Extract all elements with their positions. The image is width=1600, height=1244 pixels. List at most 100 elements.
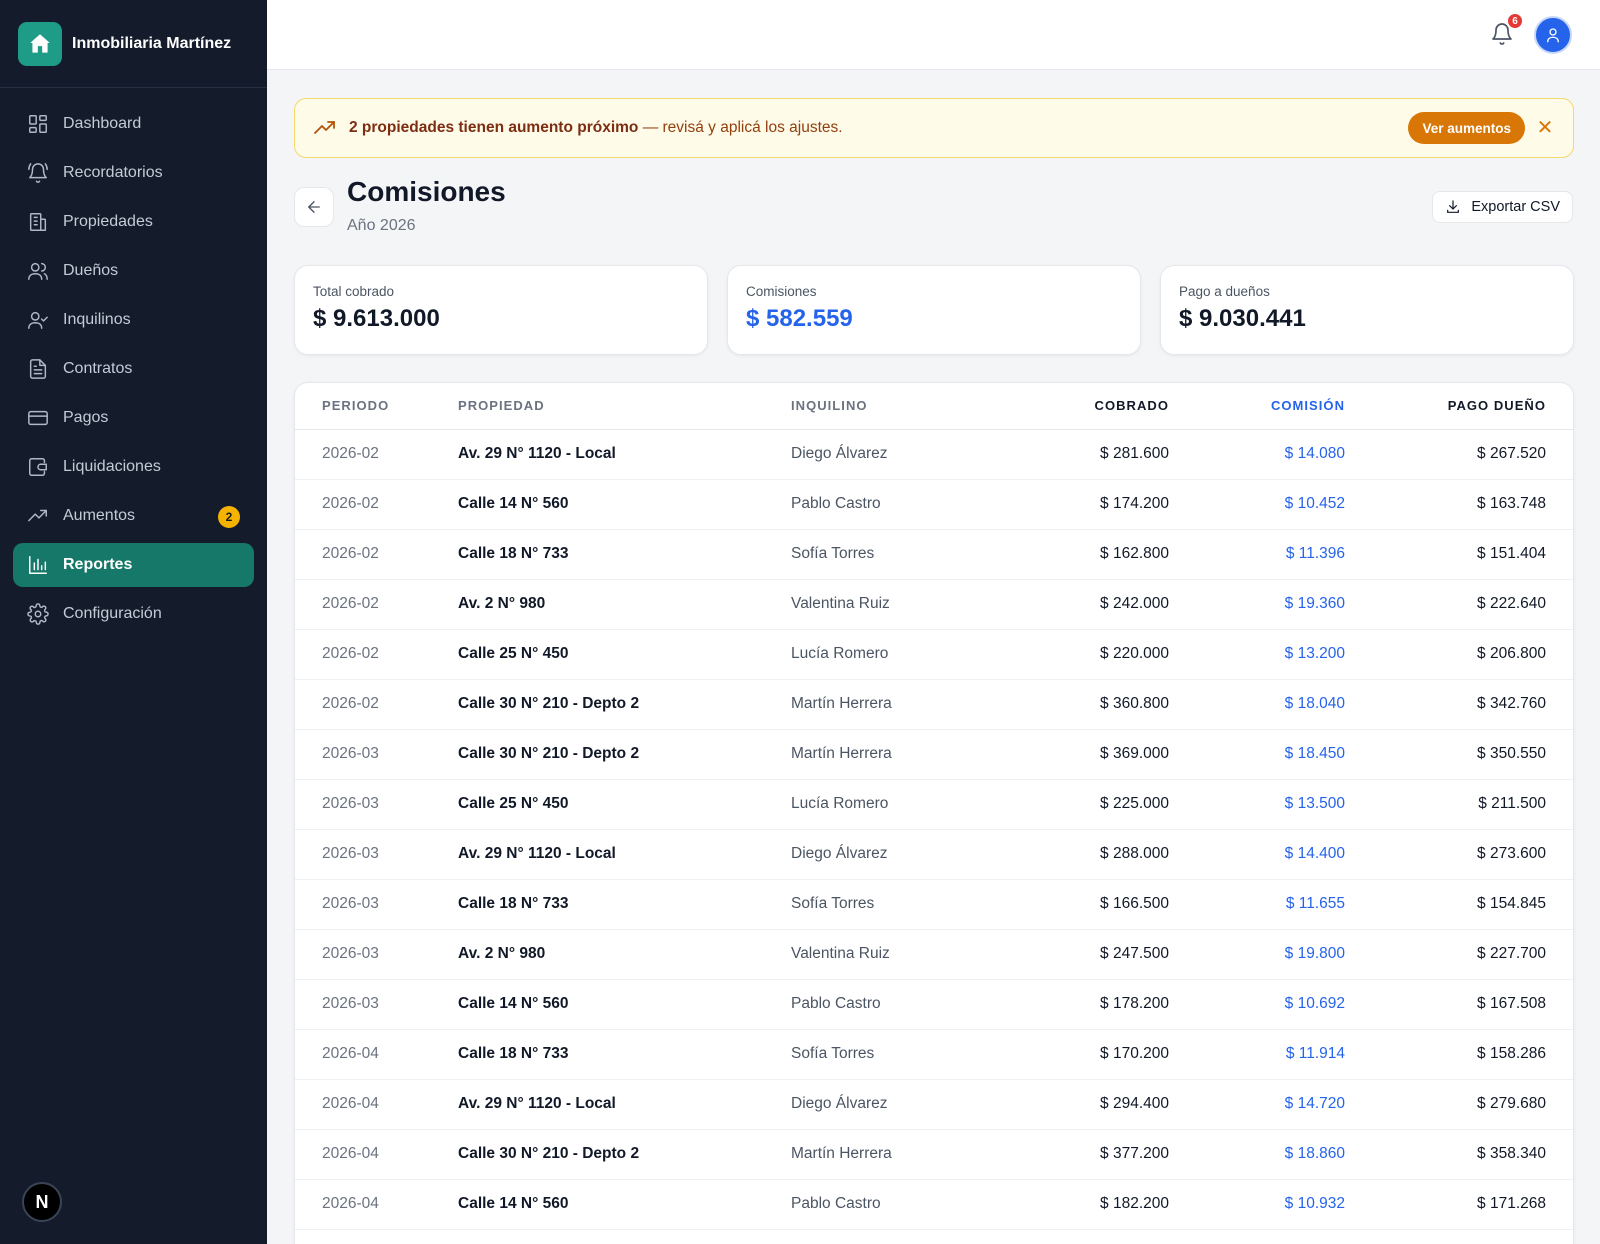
cell-cobrado: $ 230.000 (1012, 1229, 1169, 1244)
stat-label: Total cobrado (313, 284, 395, 299)
table-row[interactable]: 2026-04 Calle 30 N° 210 - Depto 2 Martín H… (295, 1129, 1573, 1180)
cell-inquilino: Valentina Ruiz (791, 579, 1012, 630)
cell-propiedad: Calle 30 N° 210 - Depto 2 (458, 1129, 791, 1180)
sidebar-item-contratos[interactable]: Contratos (13, 347, 254, 391)
stat-value: $ 9.030.441 (1179, 305, 1306, 332)
cell-cobrado: $ 360.800 (1012, 679, 1169, 730)
cell-cobrado: $ 162.800 (1012, 529, 1169, 580)
table-row[interactable]: 2026-04 Calle 14 N° 560 Pablo Castro $ 182.… (295, 1179, 1573, 1230)
notifications-button[interactable]: 6 (1490, 12, 1524, 48)
cell-cobrado: $ 178.200 (1012, 979, 1169, 1030)
table-row[interactable]: 2026-03 Av. 2 N° 980 Valentina Ruiz $ 247.5… (295, 929, 1573, 980)
aumentos-alert-banner: 2 propiedades tienen aumento próximo — r… (294, 98, 1574, 158)
column-header-comision[interactable]: COMISIÓN (1169, 383, 1345, 430)
table-row[interactable]: 2026-03 Calle 30 N° 210 - Depto 2 Martín H… (295, 729, 1573, 780)
stat-label: Pago a dueños (1179, 284, 1270, 299)
ver-aumentos-button[interactable]: Ver aumentos (1408, 112, 1525, 144)
table-row[interactable]: 2026-04Calle 25 N° 450Lucía Romero$ 230.… (295, 1229, 1573, 1244)
page-title: Comisiones (347, 176, 506, 207)
cell-comision: $ 18.860 (1169, 1129, 1345, 1180)
footer-n-avatar[interactable]: N (22, 1182, 62, 1222)
table-row[interactable]: 2026-02 Calle 14 N° 560 Pablo Castro $ 174.… (295, 479, 1573, 530)
cell-comision: $ 14.720 (1169, 1079, 1345, 1130)
close-alert-icon[interactable]: ✕ (1533, 115, 1557, 139)
table-row[interactable]: 2026-03 Av. 29 N° 1120 - Local Diego Álvar… (295, 829, 1573, 880)
stat-card-pago-duenos: Pago a dueños $ 9.030.441 (1160, 265, 1574, 355)
brand[interactable]: Inmobiliaria Martínez (0, 0, 267, 88)
stat-card-total-cobrado: Total cobrado $ 9.613.000 (294, 265, 708, 355)
table-row[interactable]: 2026-02 Calle 18 N° 733 Sofía Torres $ 162.… (295, 529, 1573, 580)
table-row[interactable]: 2026-04 Av. 29 N° 1120 - Local Diego Álvar… (295, 1079, 1573, 1130)
back-button[interactable] (294, 187, 334, 227)
cell-periodo: 2026-02 (295, 629, 458, 680)
column-header-propiedad[interactable]: PROPIEDAD (458, 383, 791, 430)
sidebar-item-aumentos[interactable]: Aumentos 2 (13, 494, 254, 538)
cell-propiedad: Calle 14 N° 560 (458, 979, 791, 1030)
user-avatar[interactable] (1534, 16, 1572, 54)
cell-periodo: 2026-03 (295, 829, 458, 880)
table-row[interactable]: 2026-02 Av. 29 N° 1120 - Local Diego Álvar… (295, 429, 1573, 480)
sidebar-item-configuracion[interactable]: Configuración (13, 592, 254, 636)
export-csv-button[interactable]: Exportar CSV (1432, 191, 1573, 223)
cell-periodo: 2026-03 (295, 929, 458, 980)
stat-value: $ 9.613.000 (313, 305, 440, 332)
cell-periodo: 2026-02 (295, 529, 458, 580)
sidebar-item-label: Liquidaciones (63, 458, 161, 475)
cell-inquilino: Valentina Ruiz (791, 929, 1012, 980)
sidebar-item-liquidaciones[interactable]: Liquidaciones (13, 445, 254, 489)
cell-inquilino: Lucía Romero (791, 629, 1012, 680)
sidebar-item-label: Reportes (63, 556, 133, 573)
sidebar-item-inquilinos[interactable]: Inquilinos (13, 298, 254, 342)
cell-periodo: 2026-03 (295, 729, 458, 780)
cell-comision: $ 13.200 (1169, 629, 1345, 680)
column-header-cobrado[interactable]: COBRADO (1012, 383, 1169, 430)
sidebar-item-recordatorios[interactable]: Recordatorios (13, 151, 254, 195)
cell-pago-dueno: $ 154.845 (1345, 879, 1573, 930)
column-header-periodo[interactable]: PERIODO (295, 383, 458, 430)
table-row[interactable]: 2026-03 Calle 18 N° 733 Sofía Torres $ 166.… (295, 879, 1573, 930)
cell-comision: $ 19.360 (1169, 579, 1345, 630)
sidebar-item-dashboard[interactable]: Dashboard (13, 102, 254, 146)
table-row[interactable]: 2026-02 Calle 30 N° 210 - Depto 2 Martín H… (295, 679, 1573, 730)
cell-pago-dueno: $ 151.404 (1345, 529, 1573, 580)
trending-up-icon (314, 121, 335, 134)
cell-cobrado: $ 294.400 (1012, 1079, 1169, 1130)
cell-propiedad: Av. 29 N° 1120 - Local (458, 1079, 791, 1130)
sidebar-item-pagos[interactable]: Pagos (13, 396, 254, 440)
table-row[interactable]: 2026-04 Calle 18 N° 733 Sofía Torres $ 170.… (295, 1029, 1573, 1080)
stat-label: Comisiones (746, 284, 817, 299)
sidebar-item-label: Contratos (63, 360, 133, 377)
cell-periodo: 2026-02 (295, 479, 458, 530)
table-row[interactable]: 2026-03 Calle 14 N° 560 Pablo Castro $ 178.… (295, 979, 1573, 1030)
cell-propiedad: Calle 25 N° 450 (458, 1229, 791, 1244)
cell-periodo: 2026-04 (295, 1179, 458, 1230)
sidebar-item-label: Dashboard (63, 115, 142, 132)
sidebar-item-label: Propiedades (63, 213, 153, 230)
cell-comision: $ 18.040 (1169, 679, 1345, 730)
table-row[interactable]: 2026-03 Calle 25 N° 450 Lucía Romero $ 225.… (295, 779, 1573, 830)
sidebar-item-propiedades[interactable]: Propiedades (13, 200, 254, 244)
page-subtitle: Año 2026 (347, 217, 416, 234)
cell-propiedad: Av. 2 N° 980 (458, 929, 791, 980)
table-row[interactable]: 2026-02 Calle 25 N° 450 Lucía Romero $ 220.… (295, 629, 1573, 680)
cell-cobrado: $ 220.000 (1012, 629, 1169, 680)
cell-comision: $ 10.692 (1169, 979, 1345, 1030)
sidebar-item-duenos[interactable]: Dueños (13, 249, 254, 293)
user-check-icon (28, 311, 48, 329)
sidebar-item-reportes[interactable]: Reportes (13, 543, 254, 587)
table-row[interactable]: 2026-02 Av. 2 N° 980 Valentina Ruiz $ 242.0… (295, 579, 1573, 630)
sidebar-item-label: Inquilinos (63, 311, 131, 328)
cell-pago-dueno: $ 211.500 (1345, 779, 1573, 830)
settings-icon (27, 603, 49, 625)
column-header-pago-dueno[interactable]: PAGO DUEÑO (1345, 383, 1573, 430)
cell-pago-dueno: $ 227.700 (1345, 929, 1573, 980)
cell-cobrado: $ 377.200 (1012, 1129, 1169, 1180)
cell-inquilino: Diego Álvarez (791, 829, 1012, 880)
cell-periodo: 2026-03 (295, 779, 458, 830)
trending-up-icon (28, 509, 47, 522)
house-logo-icon (18, 21, 62, 66)
column-header-inquilino[interactable]: INQUILINO (791, 383, 1012, 430)
cell-cobrado: $ 225.000 (1012, 779, 1169, 830)
dashboard-icon (29, 115, 47, 133)
cell-periodo: 2026-03 (295, 879, 458, 930)
